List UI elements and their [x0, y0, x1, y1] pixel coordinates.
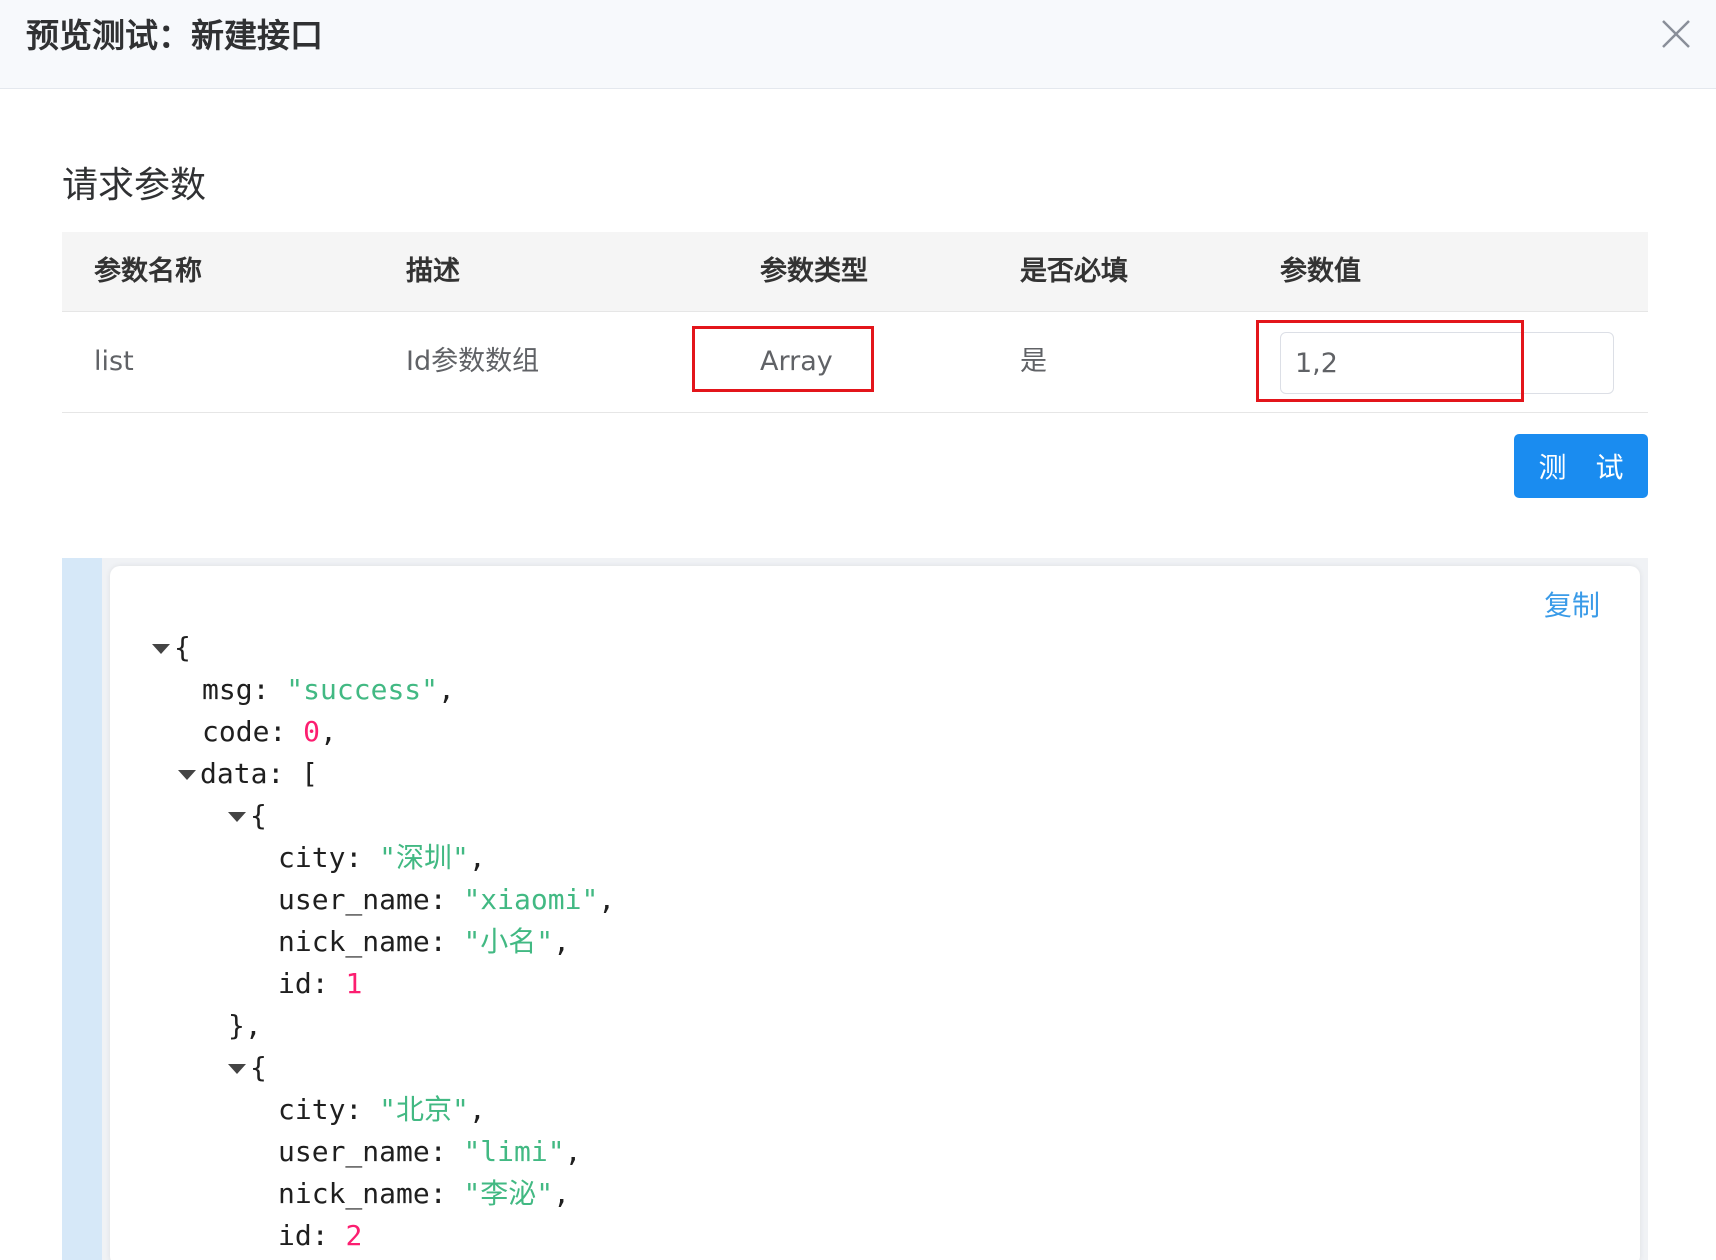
json-string-value: "xiaomi": [463, 883, 599, 916]
json-key: nick_name:: [278, 925, 447, 958]
json-brace: {: [250, 1051, 267, 1084]
response-gutter: [62, 558, 102, 1260]
json-key: msg:: [202, 673, 270, 706]
json-key: id:: [278, 967, 329, 1000]
response-area: 复制 { msg: "success", code: 0, data: [ { …: [62, 558, 1648, 1260]
json-id-line: id: 1: [278, 964, 362, 1004]
json-item-close: },: [228, 1006, 262, 1046]
table-header: 参数名称 描述 参数类型 是否必填 参数值: [62, 232, 1648, 312]
param-required: 是: [1020, 346, 1047, 377]
json-key: user_name:: [278, 883, 447, 916]
json-number-value: 0: [303, 715, 321, 748]
json-id-line: id: 2: [278, 1216, 362, 1256]
close-button[interactable]: [1658, 16, 1694, 52]
header-param-name: 参数名称: [94, 256, 202, 287]
collapse-caret-icon[interactable]: [228, 812, 246, 822]
collapse-caret-icon[interactable]: [178, 770, 196, 780]
json-brace: {: [250, 799, 267, 832]
close-icon: [1662, 20, 1690, 48]
json-key: city:: [278, 841, 363, 874]
json-key: code:: [202, 715, 287, 748]
json-item-open: {: [228, 796, 267, 836]
json-data-line: data: [: [178, 754, 318, 794]
test-button[interactable]: 测 试: [1514, 434, 1648, 498]
json-string-value: "深圳": [379, 841, 469, 874]
json-key: user_name:: [278, 1135, 447, 1168]
type-highlight-box: [692, 326, 874, 392]
json-string-value: "小名": [463, 925, 554, 958]
json-city-line: city: "北京",: [278, 1093, 486, 1126]
json-brace: },: [228, 1009, 262, 1042]
json-key: city:: [278, 1093, 363, 1126]
json-key: id:: [278, 1219, 329, 1252]
json-msg-line: msg: "success",: [202, 673, 455, 706]
json-string-value: "李泌": [463, 1177, 554, 1210]
param-description: Id参数数组: [406, 346, 540, 377]
params-table: 参数名称 描述 参数类型 是否必填 参数值 list Id参数数组 Array …: [62, 232, 1648, 413]
json-key: nick_name:: [278, 1177, 447, 1210]
json-root-line: {: [152, 628, 191, 668]
json-nick-name-line: nick_name: "李泌",: [278, 1177, 571, 1210]
value-highlight-box: [1256, 320, 1524, 402]
json-item-open: {: [228, 1048, 267, 1088]
dialog-header: 预览测试：新建接口: [0, 0, 1716, 89]
json-string-value: "limi": [463, 1135, 565, 1168]
collapse-caret-icon[interactable]: [228, 1064, 246, 1074]
table-row: list Id参数数组 Array 是: [62, 312, 1648, 413]
json-string-value: "北京": [379, 1093, 469, 1126]
json-number-value: 1: [345, 967, 363, 1000]
copy-link[interactable]: 复制: [1544, 586, 1600, 626]
json-number-value: 2: [345, 1219, 363, 1252]
dialog-title: 预览测试：新建接口: [26, 16, 323, 55]
json-string-value: "success": [286, 673, 439, 706]
request-params-title: 请求参数: [62, 165, 207, 206]
json-nick-name-line: nick_name: "小名",: [278, 925, 571, 958]
header-description: 描述: [406, 256, 460, 287]
json-brace: {: [174, 631, 191, 664]
json-user-name-line: user_name: "xiaomi",: [278, 883, 616, 916]
json-user-name-line: user_name: "limi",: [278, 1135, 582, 1168]
json-key: data: [: [200, 757, 319, 790]
param-name: list: [94, 346, 134, 377]
header-param-value: 参数值: [1280, 256, 1361, 287]
json-city-line: city: "深圳",: [278, 841, 486, 874]
header-required: 是否必填: [1020, 256, 1128, 287]
collapse-caret-icon[interactable]: [152, 644, 170, 654]
response-panel[interactable]: 复制 { msg: "success", code: 0, data: [ { …: [110, 566, 1640, 1260]
json-code-line: code: 0,: [202, 715, 337, 748]
header-param-type: 参数类型: [760, 256, 868, 287]
